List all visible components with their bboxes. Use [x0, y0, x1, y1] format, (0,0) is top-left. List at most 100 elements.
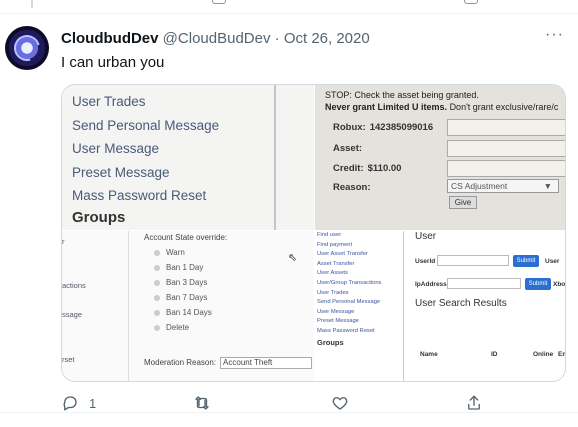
warning-bold: Never grant Limited U items.: [325, 102, 448, 112]
option-warn: Warn: [154, 248, 185, 257]
link-asset-transfer: Asset Transfer: [317, 260, 355, 267]
moderation-reason-select: Account Theft: [220, 357, 313, 369]
xbox-column-cut: Xbo: [553, 281, 566, 288]
ipaddress-label: IpAddress: [415, 281, 447, 288]
cropped-item: rset: [62, 355, 75, 364]
userid-input: [437, 255, 509, 266]
share-icon: [468, 395, 480, 410]
display-name[interactable]: CloudbudDev: [61, 30, 159, 47]
option-ban-7-days: Ban 7 Days: [154, 293, 207, 302]
tweet-actions: 1: [61, 393, 481, 413]
reply-count: 1: [89, 395, 97, 411]
userid-submit-button: Submit: [513, 255, 539, 267]
separator-dot: ·: [274, 30, 280, 47]
warning-line-1: STOP: Check the asset being granted.: [325, 90, 479, 100]
thread-line: [31, 0, 33, 8]
reason-label: Reason:: [333, 182, 371, 193]
credit-value: $110.00: [367, 163, 402, 174]
link-mass-password-reset: Mass Password Reset: [317, 327, 375, 334]
link-find-payment: Find payment: [317, 241, 353, 248]
cropped-item: ssage: [62, 310, 83, 319]
th-email: Em: [558, 351, 565, 358]
tweet-media[interactable]: User Trades Send Personal Message User M…: [61, 84, 566, 382]
user-handle[interactable]: @CloudBudDev: [163, 30, 271, 47]
user-search-results-title: User Search Results: [415, 298, 507, 309]
tweet[interactable]: CloudbudDev @CloudBudDev · Oct 26, 2020 …: [0, 14, 578, 412]
divider: [274, 85, 276, 230]
menu-item-user-message: User Message: [72, 141, 160, 156]
links-section-groups: Groups: [317, 337, 344, 347]
previous-tweet-strip: [0, 0, 578, 14]
cropped-item: actions: [62, 281, 86, 290]
previous-share-icon[interactable]: [464, 0, 478, 4]
th-id: ID: [491, 351, 498, 358]
option-ban-3-days: Ban 3 Days: [154, 278, 207, 287]
retweet-button[interactable]: [193, 393, 211, 413]
option-ban-14-days: Ban 14 Days: [154, 308, 212, 317]
media-image-grant-panel[interactable]: STOP: Check the asset being granted. Nev…: [315, 85, 565, 230]
admin-menu: User Trades Send Personal Message User M…: [72, 90, 219, 208]
more-icon[interactable]: ···: [545, 26, 564, 44]
link-user-group-transactions: User/Group Transactions: [317, 279, 382, 286]
like-button[interactable]: [331, 393, 349, 413]
share-button[interactable]: [465, 393, 483, 413]
avatar-ring: [9, 30, 45, 66]
moderation-reason-label: Moderation Reason:: [144, 358, 217, 367]
option-delete: Delete: [154, 323, 189, 332]
link-send-personal-message: Send Personal Message: [317, 299, 381, 306]
link-user-assets: User Assets: [317, 270, 348, 277]
menu-section-groups: Groups: [72, 209, 126, 226]
link-user-message: User Message: [317, 308, 355, 315]
menu-item-mass-password-reset: Mass Password Reset: [72, 188, 207, 203]
asset-field: [447, 140, 565, 157]
menu-item-user-trades: User Trades: [72, 94, 146, 109]
warning-rest: Don't grant exclusive/rare/c: [449, 102, 559, 112]
menu-item-send-personal-message: Send Personal Message: [72, 117, 220, 133]
cursor-icon: ⇖: [288, 252, 298, 264]
userid-label: UserId: [415, 258, 436, 265]
media-image-admin-menu[interactable]: User Trades Send Personal Message User M…: [62, 85, 314, 230]
user-heading: User: [415, 231, 437, 242]
warning-line-2: Never grant Limited U items. Don't grant…: [325, 101, 558, 113]
robux-value: 142385099016: [369, 122, 434, 133]
th-online: Online: [533, 351, 554, 358]
asset-row: Asset:: [333, 143, 362, 154]
credit-label: Credit:: [333, 163, 364, 174]
moderation-reason: Moderation Reason: Account Theft: [144, 357, 313, 369]
robux-row: Robux: 142385099016: [333, 122, 433, 133]
next-tweet-divider: [0, 412, 578, 427]
credit-field: [447, 160, 565, 177]
link-find-user: Find user: [317, 232, 342, 238]
option-ban-1-day: Ban 1 Day: [154, 263, 203, 272]
tweet-date[interactable]: Oct 26, 2020: [284, 30, 370, 47]
robux-label: Robux:: [333, 122, 366, 133]
tweet-header: CloudbudDev @CloudBudDev · Oct 26, 2020: [61, 30, 370, 48]
give-button: Give: [449, 196, 477, 209]
reason-select: CS Adjustment ▼: [447, 179, 559, 193]
user-column-cut: User: [545, 258, 560, 265]
like-icon: [332, 397, 348, 410]
th-name: Name: [420, 351, 438, 358]
reply-icon: [63, 396, 77, 411]
credit-row: Credit: $110.00: [333, 163, 401, 174]
ipaddress-input: [447, 278, 521, 289]
menu-item-preset-message: Preset Message: [72, 164, 170, 180]
divider: [128, 231, 129, 381]
previous-retweet-icon[interactable]: [212, 0, 226, 4]
robux-field: [447, 119, 565, 136]
divider: [403, 231, 404, 381]
cropped-item: r: [62, 237, 65, 246]
reply-button[interactable]: 1: [61, 393, 96, 413]
asset-label: Asset:: [333, 143, 363, 154]
link-preset-message: Preset Message: [317, 318, 359, 325]
reason-row: Reason:: [333, 182, 370, 193]
tweet-text: I can urban you: [61, 54, 165, 71]
reason-value: CS Adjustment: [451, 181, 508, 191]
media-image-user-search[interactable]: Find user Find payment User Asset Transf…: [315, 231, 566, 381]
link-user-asset-transfer: User Asset Transfer: [317, 251, 368, 258]
avatar[interactable]: [5, 26, 49, 70]
tool-links: Find user Find payment User Asset Transf…: [317, 231, 381, 349]
chevron-down-icon: ▼: [543, 181, 552, 191]
ipaddress-submit-button: Submit: [525, 278, 551, 290]
media-image-moderation[interactable]: r actions ssage rset Account State overr…: [62, 231, 314, 381]
